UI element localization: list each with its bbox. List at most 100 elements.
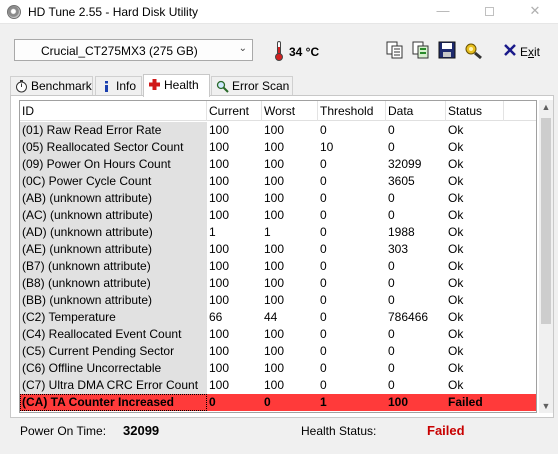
table-row[interactable]: (05) Reallocated Sector Count 100 100 10 0 Ok xyxy=(20,139,536,156)
column-header-current[interactable]: Current xyxy=(207,101,262,121)
cell-status: Ok xyxy=(448,191,464,205)
table-row[interactable]: (0C) Power Cycle Count 100 100 0 3605 Ok xyxy=(20,173,536,190)
health-status-label: Health Status: xyxy=(301,424,377,438)
tab-error-scan[interactable]: Error Scan xyxy=(211,76,293,96)
close-button[interactable]: ✕ xyxy=(512,0,558,24)
vertical-scrollbar[interactable]: ▲ ▼ xyxy=(539,100,553,413)
cell-current: 100 xyxy=(209,242,230,256)
column-header-data[interactable]: Data xyxy=(386,101,446,121)
table-row[interactable]: (CA) TA Counter Increased 0 0 1 100 Failed xyxy=(20,394,536,411)
maximize-icon xyxy=(484,7,494,16)
cell-status: Ok xyxy=(448,344,464,358)
scroll-down-icon[interactable]: ▼ xyxy=(539,399,553,413)
cell-current: 100 xyxy=(209,140,230,154)
cell-threshold: 0 xyxy=(320,344,327,358)
table-row[interactable]: (AC) (unknown attribute) 100 100 0 0 Ok xyxy=(20,207,536,224)
window-title: HD Tune 2.55 - Hard Disk Utility xyxy=(28,5,199,19)
cell-id: (C6) Offline Uncorrectable xyxy=(20,360,207,377)
cell-data: 0 xyxy=(388,293,395,307)
column-header-threshold[interactable]: Threshold xyxy=(318,101,386,121)
cell-status: Ok xyxy=(448,259,464,273)
cell-id: (C5) Current Pending Sector xyxy=(20,343,207,360)
exit-button[interactable]: Exit xyxy=(520,45,540,59)
table-row[interactable]: (C7) Ultra DMA CRC Error Count 100 100 0 0 Ok xyxy=(20,377,536,394)
copy-icon[interactable] xyxy=(385,40,405,60)
cell-worst: 100 xyxy=(264,293,285,307)
cell-worst: 44 xyxy=(264,310,278,324)
maximize-button[interactable] xyxy=(466,0,512,24)
cell-threshold: 0 xyxy=(320,225,327,239)
column-header-id[interactable]: ID xyxy=(20,101,207,121)
column-header-worst[interactable]: Worst xyxy=(262,101,318,121)
table-row[interactable]: (AB) (unknown attribute) 100 100 0 0 Ok xyxy=(20,190,536,207)
options-icon[interactable] xyxy=(463,40,483,60)
scroll-up-icon[interactable]: ▲ xyxy=(539,100,553,114)
cell-id: (C4) Reallocated Event Count xyxy=(20,326,207,343)
drive-select-value: Crucial_CT275MX3 (275 GB) xyxy=(41,44,198,58)
table-row[interactable]: (BB) (unknown attribute) 100 100 0 0 Ok xyxy=(20,292,536,309)
table-row[interactable]: (AD) (unknown attribute) 1 1 0 1988 Ok xyxy=(20,224,536,241)
exit-icon[interactable] xyxy=(503,43,517,57)
minimize-button[interactable]: — xyxy=(420,0,466,24)
cell-status: Ok xyxy=(448,327,464,341)
table-row[interactable]: (AE) (unknown attribute) 100 100 0 303 Ok xyxy=(20,241,536,258)
cell-id: (0C) Power Cycle Count xyxy=(20,173,207,190)
table-row[interactable]: (C2) Temperature 66 44 0 786466 Ok xyxy=(20,309,536,326)
cell-status: Failed xyxy=(448,395,483,409)
table-header: ID Current Worst Threshold Data Status xyxy=(20,101,536,121)
table-row[interactable]: (09) Power On Hours Count 100 100 0 32099 Ok xyxy=(20,156,536,173)
cell-threshold: 0 xyxy=(320,310,327,324)
tab-info[interactable]: Info xyxy=(95,76,142,96)
cell-threshold: 0 xyxy=(320,174,327,188)
cell-current: 100 xyxy=(209,259,230,273)
table-row[interactable]: (C6) Offline Uncorrectable 100 100 0 0 Ok xyxy=(20,360,536,377)
save-icon[interactable] xyxy=(437,40,457,60)
cell-threshold: 10 xyxy=(320,140,334,154)
cell-status: Ok xyxy=(448,225,464,239)
exit-label-suffix: it xyxy=(534,45,541,59)
magnifier-icon xyxy=(216,80,229,93)
table-row[interactable]: (B8) (unknown attribute) 100 100 0 0 Ok xyxy=(20,275,536,292)
cell-data: 0 xyxy=(388,378,395,392)
cell-status: Ok xyxy=(448,140,464,154)
drive-select[interactable]: Crucial_CT275MX3 (275 GB) ⌄ xyxy=(14,39,253,61)
cell-id: (AD) (unknown attribute) xyxy=(20,224,207,241)
table-row[interactable]: (C4) Reallocated Event Count 100 100 0 0 Ok xyxy=(20,326,536,343)
cell-threshold: 0 xyxy=(320,208,327,222)
cell-status: Ok xyxy=(448,310,464,324)
cell-worst: 100 xyxy=(264,327,285,341)
table-row[interactable]: (01) Raw Read Error Rate 100 100 0 0 Ok xyxy=(20,122,536,139)
copy-all-icon[interactable] xyxy=(411,40,431,60)
cell-data: 0 xyxy=(388,327,395,341)
cell-data: 0 xyxy=(388,208,395,222)
cell-id: (01) Raw Read Error Rate xyxy=(20,122,207,139)
tab-benchmark[interactable]: Benchmark xyxy=(10,76,93,96)
tab-label: Benchmark xyxy=(31,79,92,93)
health-cross-icon xyxy=(149,79,160,90)
cell-data: 303 xyxy=(388,242,409,256)
cell-worst: 100 xyxy=(264,208,285,222)
cell-data: 100 xyxy=(388,395,409,409)
cell-threshold: 0 xyxy=(320,242,327,256)
cell-id: (AE) (unknown attribute) xyxy=(20,241,207,258)
health-status-value: Failed xyxy=(427,423,465,438)
cell-status: Ok xyxy=(448,157,464,171)
cell-data: 0 xyxy=(388,276,395,290)
cell-current: 0 xyxy=(209,395,216,409)
tab-label: Health xyxy=(164,78,199,92)
cell-worst: 1 xyxy=(264,225,271,239)
column-header-filler xyxy=(504,101,536,121)
cell-threshold: 0 xyxy=(320,123,327,137)
hdtune-disk-icon xyxy=(7,5,21,19)
temperature-readout: 34 °C xyxy=(289,45,320,59)
tab-health[interactable]: Health xyxy=(143,74,210,97)
cell-current: 100 xyxy=(209,327,230,341)
cell-status: Ok xyxy=(448,361,464,375)
cell-data: 0 xyxy=(388,344,395,358)
table-row[interactable]: (B7) (unknown attribute) 100 100 0 0 Ok xyxy=(20,258,536,275)
smart-attributes-table[interactable]: ID Current Worst Threshold Data Status (… xyxy=(19,100,537,413)
scrollbar-thumb[interactable] xyxy=(541,118,551,324)
column-header-status[interactable]: Status xyxy=(446,101,504,121)
cell-data: 0 xyxy=(388,259,395,273)
table-row[interactable]: (C5) Current Pending Sector 100 100 0 0 Ok xyxy=(20,343,536,360)
